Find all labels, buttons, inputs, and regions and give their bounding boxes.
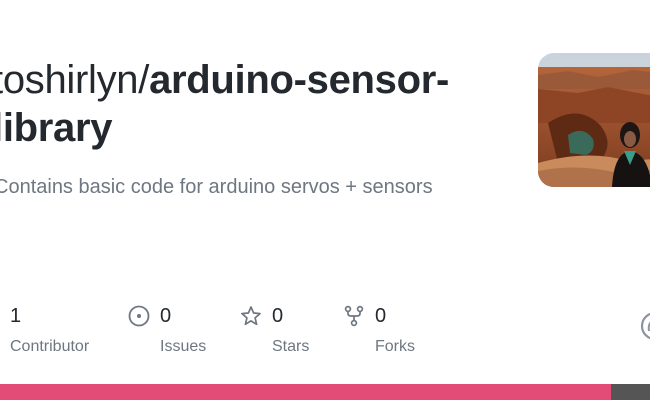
stat-issues-value: 0 — [160, 304, 172, 327]
github-logo-icon — [640, 311, 650, 341]
repo-owner[interactable]: toshirlyn/ — [0, 58, 149, 102]
stat-stars[interactable]: 0 Stars — [240, 302, 309, 356]
repo-description: Contains basic code for arduino servos +… — [0, 176, 433, 198]
stat-forks-value: 0 — [375, 304, 387, 327]
stat-forks[interactable]: 0 Forks — [343, 302, 415, 356]
stat-contributors-label: Contributor — [10, 338, 90, 355]
issue-opened-icon — [128, 305, 150, 327]
repo-forked-icon — [343, 305, 365, 327]
language-bar — [0, 384, 650, 400]
stat-forks-label: Forks — [375, 338, 415, 355]
stat-contributors[interactable]: 1 Contributor — [10, 302, 89, 356]
stat-issues-label: Issues — [160, 338, 207, 355]
repo-title[interactable]: toshirlyn/arduino-sensor-library — [0, 56, 512, 152]
stat-issues[interactable]: 0 Issues — [128, 302, 206, 356]
language-segment-secondary — [611, 384, 650, 400]
stat-stars-value: 0 — [272, 304, 284, 327]
repo-social-card: toshirlyn/arduino-sensor-library Contain… — [0, 0, 650, 400]
language-segment-primary — [0, 384, 611, 400]
star-icon — [240, 305, 262, 327]
repo-stats: 1 Contributor 0 Issues 0 Stars 0 Forks — [0, 302, 650, 362]
stat-contributors-value: 1 — [10, 304, 22, 327]
stat-stars-label: Stars — [272, 338, 310, 355]
avatar-photo — [538, 53, 650, 187]
owner-avatar[interactable] — [538, 53, 650, 187]
